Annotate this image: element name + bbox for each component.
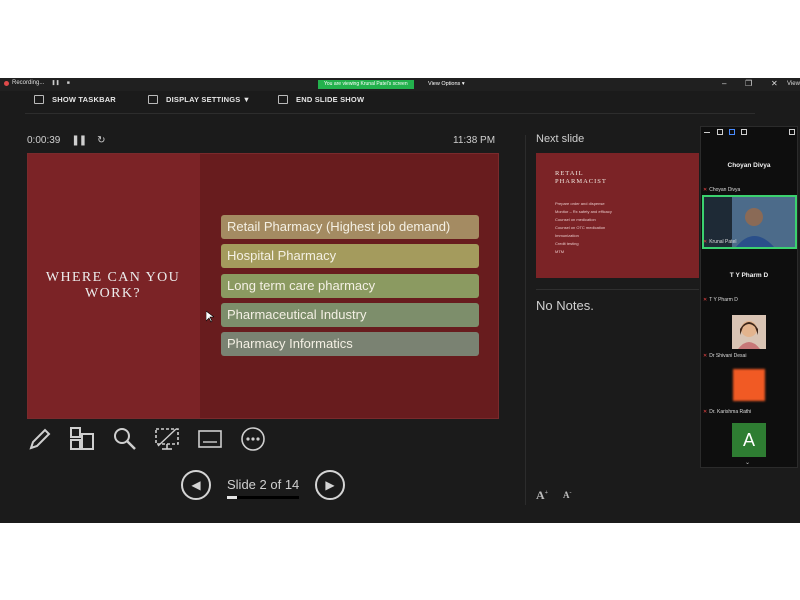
next-slide-bullet: Counsel on medication <box>555 217 596 222</box>
participant-avatar: A <box>732 423 766 457</box>
participant-tile-active[interactable]: ✕ Krunal Patel <box>701 195 797 249</box>
muted-mic-icon: ✕ <box>703 239 708 245</box>
participant-label-text: Dr. Karishma Rathi <box>709 409 752 415</box>
slide-option: Long term care pharmacy <box>221 274 479 298</box>
black-screen-icon[interactable] <box>154 426 180 452</box>
recording-label: Recording... <box>12 80 45 86</box>
recording-indicator[interactable]: Recording... ❚❚ ■ <box>4 80 70 86</box>
gallery-toolbar <box>701 127 797 139</box>
muted-mic-icon: ✕ <box>703 353 708 359</box>
restore-icon[interactable]: ❐ <box>745 79 752 88</box>
slide-option: Pharmacy Informatics <box>221 332 479 356</box>
participant-name: T Y Pharm D <box>729 272 769 279</box>
participant-label-text: Choyan Divya <box>709 187 741 193</box>
muted-mic-icon: ✕ <box>703 297 708 303</box>
muted-mic-icon: ✕ <box>703 187 708 193</box>
current-slide: WHERE CAN YOU WORK? Retail Pharmacy (Hig… <box>27 153 499 419</box>
next-slide-bullets: Prepare order and dispense Monitor – Rx … <box>555 200 612 256</box>
next-slide-thumbnail[interactable]: RETAIL PHARMACIST Prepare order and disp… <box>536 153 699 278</box>
speaker-view-icon[interactable] <box>717 129 723 135</box>
view-button[interactable]: View <box>787 81 800 87</box>
next-slide-label: Next slide <box>536 133 585 145</box>
minimize-icon[interactable]: – <box>722 79 726 88</box>
toolbar-divider <box>25 113 755 114</box>
record-dot-icon <box>4 80 9 86</box>
display-settings-button[interactable]: DISPLAY SETTINGS ▼ <box>148 95 250 104</box>
speaker-notes: No Notes. <box>536 298 594 313</box>
end-show-icon <box>278 95 288 104</box>
notes-divider <box>536 289 699 290</box>
participant-tile[interactable]: T Y Pharm D ✕ T Y Pharm D <box>701 251 797 305</box>
pen-icon[interactable] <box>27 426 53 452</box>
timer: 0:00:39 ❚❚ ↻ <box>27 135 106 146</box>
muted-mic-icon: ✕ <box>703 409 708 415</box>
close-icon[interactable]: ✕ <box>771 79 778 88</box>
pane-divider <box>525 135 526 505</box>
slide-option: Hospital Pharmacy <box>221 244 479 268</box>
presenter-toolbar: SHOW TASKBAR DISPLAY SETTINGS ▼ END SLID… <box>0 91 760 111</box>
stop-recording-icon[interactable]: ■ <box>67 80 70 86</box>
participant-tile[interactable]: ✕ Dr Shivani Desai <box>701 307 797 361</box>
elapsed-time: 0:00:39 <box>27 135 61 146</box>
slide-heading: WHERE CAN YOU WORK? <box>45 270 181 301</box>
participant-tile[interactable]: A ⌄ <box>701 419 797 467</box>
zoom-top-bar: Recording... ❚❚ ■ You are viewing Krunal… <box>0 78 800 91</box>
increase-font-icon[interactable]: A+ <box>536 488 548 503</box>
next-slide-title: RETAIL PHARMACIST <box>555 170 607 185</box>
zoom-magnifier-icon[interactable] <box>112 426 138 452</box>
slide-progress-fill <box>227 496 238 499</box>
pause-timer-icon[interactable]: ❚❚ <box>71 135 87 146</box>
next-slide-bullet: MTM <box>555 249 565 254</box>
participant-label: ✕ Choyan Divya <box>703 187 740 193</box>
participants-gallery: Choyan Divya ✕ Choyan Divya ✕ Krunal Pat… <box>700 126 798 468</box>
participant-label-text: T Y Pharm D <box>709 297 738 303</box>
gallery-grid-icon[interactable] <box>741 129 747 135</box>
participant-tile[interactable]: Choyan Divya ✕ Choyan Divya <box>701 141 797 195</box>
pause-recording-icon[interactable]: ❚❚ <box>51 80 59 86</box>
next-slide-button[interactable]: ▶ <box>315 470 345 500</box>
end-slide-show-label: END SLIDE SHOW <box>296 95 365 104</box>
mouse-pointer-icon <box>206 311 214 323</box>
next-slide-bullet: Immunization <box>555 233 579 238</box>
slide-option: Pharmaceutical Industry <box>221 303 479 327</box>
display-settings-icon <box>148 95 158 104</box>
participant-avatar <box>733 369 765 401</box>
display-settings-label: DISPLAY SETTINGS ▼ <box>166 95 251 104</box>
view-options-button[interactable]: View Options ▾ <box>428 79 465 89</box>
exit-fullscreen-icon[interactable] <box>789 129 795 135</box>
participant-photo <box>732 315 766 349</box>
show-taskbar-button[interactable]: SHOW TASKBAR <box>34 95 116 104</box>
next-slide-bullet: Monitor – Rx safety and efficacy <box>555 209 612 214</box>
strip-view-icon[interactable] <box>729 129 735 135</box>
participant-label: ✕ T Y Pharm D <box>703 297 738 303</box>
show-taskbar-label: SHOW TASKBAR <box>52 95 116 104</box>
participant-label: ✕ Dr. Karishma Rathi <box>703 409 751 415</box>
clock: 11:38 PM <box>453 135 496 146</box>
participant-label-text: Dr Shivani Desai <box>709 353 747 359</box>
next-slide-bullet: Credit testing <box>555 241 579 246</box>
participant-label: ✕ Krunal Patel <box>703 239 736 245</box>
previous-slide-button[interactable]: ◀ <box>181 470 211 500</box>
minimize-gallery-icon[interactable] <box>704 129 710 133</box>
subtitles-icon[interactable] <box>197 426 223 452</box>
participant-name: Choyan Divya <box>727 162 771 169</box>
slide-counter[interactable]: Slide 2 of 14 <box>227 477 299 492</box>
next-slide-bullet: Counsel on OTC medication <box>555 225 606 230</box>
taskbar-icon <box>34 95 44 104</box>
more-options-icon[interactable] <box>240 426 266 452</box>
participant-label-text: Krunal Patel <box>709 239 737 245</box>
viewing-banner: You are viewing Krunal Patel's screen <box>318 80 414 89</box>
participant-tile[interactable]: ✕ Dr. Karishma Rathi <box>701 363 797 417</box>
decrease-font-icon[interactable]: A- <box>563 490 572 500</box>
participant-label: ✕ Dr Shivani Desai <box>703 353 746 359</box>
restart-timer-icon[interactable]: ↻ <box>97 135 105 146</box>
zoom-window: Recording... ❚❚ ■ You are viewing Krunal… <box>0 78 800 523</box>
scroll-down-icon[interactable]: ⌄ <box>745 459 750 466</box>
slide-progress-bar <box>227 496 299 499</box>
next-slide-bullet: Prepare order and dispense <box>555 201 605 206</box>
see-all-slides-icon[interactable] <box>69 426 95 452</box>
end-slide-show-button[interactable]: END SLIDE SHOW <box>278 95 364 104</box>
slide-option: Retail Pharmacy (Highest job demand) <box>221 215 479 239</box>
